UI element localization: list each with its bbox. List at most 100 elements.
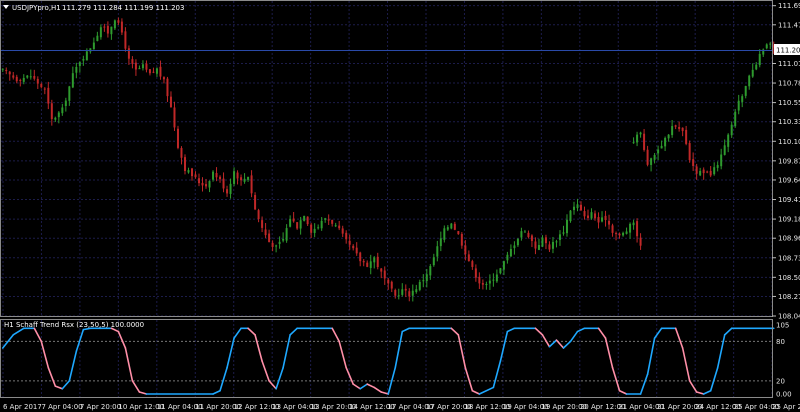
candle-body	[362, 261, 365, 263]
candle-body	[464, 245, 467, 255]
candle-body	[306, 216, 309, 225]
candle-body	[138, 68, 141, 70]
candle-body	[75, 66, 78, 73]
candle-body	[530, 235, 533, 241]
candle-body	[401, 289, 404, 295]
candle-body	[594, 213, 597, 219]
candle-body	[692, 159, 695, 167]
candle-body	[134, 62, 137, 70]
candle-body	[685, 129, 688, 144]
candle-body	[548, 244, 551, 250]
candle-body	[495, 274, 498, 282]
candle-body	[33, 75, 36, 79]
candle-body	[40, 83, 43, 88]
y-tick-label: 109.185	[778, 216, 800, 224]
y-tick-label: 108.045	[778, 313, 800, 321]
candle-body	[492, 279, 495, 281]
candle-body	[625, 231, 628, 234]
y-tick-label: 110.330	[778, 118, 800, 126]
current-price-label: 111.203	[774, 44, 800, 55]
candle-body	[78, 62, 81, 66]
candle-body	[737, 100, 740, 111]
candle-body	[460, 233, 463, 246]
candle-body	[639, 237, 642, 246]
y-tick-label: 108.960	[778, 235, 800, 243]
candle-body	[296, 222, 299, 229]
candle-body	[247, 176, 250, 180]
candle-body	[233, 171, 236, 184]
candle-body	[523, 231, 526, 233]
candle-body	[29, 76, 32, 78]
candle-body	[124, 31, 127, 49]
y-tick-label: 111.015	[778, 60, 800, 68]
candle-body	[352, 245, 355, 249]
candle-body	[36, 78, 39, 84]
candle-body	[71, 73, 74, 88]
candle-body	[727, 134, 730, 147]
candle-body	[369, 261, 372, 268]
symbol-header: USDJPYpro,H1 111.279 111.284 111.199 111…	[3, 4, 184, 12]
candle-body	[636, 221, 639, 237]
candle-body	[169, 96, 172, 108]
candle-body	[537, 245, 540, 250]
candle-body	[50, 103, 53, 120]
y-tick-label: 110.100	[778, 138, 800, 146]
candle-body	[646, 149, 649, 165]
candle-body	[166, 78, 169, 97]
candle-body	[5, 69, 8, 71]
candle-body	[601, 217, 604, 222]
candle-body	[576, 204, 579, 209]
candle-body	[443, 228, 446, 240]
candle-body	[611, 225, 614, 233]
candle-body	[650, 158, 653, 165]
candle-body	[709, 170, 712, 176]
candle-body	[457, 231, 460, 235]
candle-body	[236, 172, 239, 179]
candle-body	[632, 142, 635, 144]
candle-body	[695, 166, 698, 174]
candle-body	[64, 100, 67, 106]
y-tick-label: 109.870	[778, 157, 800, 165]
candle-body	[117, 20, 120, 23]
candle-body	[467, 254, 470, 262]
y-tick-label: 108.730	[778, 254, 800, 262]
candle-body	[173, 107, 176, 128]
candle-body	[261, 220, 264, 228]
candle-body	[453, 223, 456, 230]
candle-body	[688, 143, 691, 161]
candle-body	[264, 229, 267, 236]
candle-body	[292, 218, 295, 222]
candle-body	[359, 252, 362, 262]
candle-body	[615, 233, 618, 235]
ohlc-values: 111.279 111.284 111.199 111.203	[62, 4, 184, 12]
y-tick-label: 111.695	[778, 2, 800, 10]
candle-body	[597, 217, 600, 223]
candle-body	[110, 26, 113, 35]
y-tick-label: 110.555	[778, 99, 800, 107]
candle-body	[85, 51, 88, 61]
candle-body	[544, 237, 547, 244]
candle-body	[755, 64, 758, 70]
candle-body	[450, 223, 453, 229]
candle-body	[82, 59, 85, 61]
candle-body	[106, 25, 109, 34]
candle-body	[254, 195, 257, 210]
x-tick-label: 6 Apr 2017	[3, 403, 42, 411]
y-tick-label: 111.470	[778, 21, 800, 29]
candle-body	[488, 280, 491, 284]
candle-body	[127, 48, 130, 59]
candle-body	[19, 79, 22, 81]
x-tick-label: 7 Apr 04:00	[41, 403, 82, 411]
y-tick-label: 108.500	[778, 274, 800, 282]
candle-body	[751, 69, 754, 77]
candle-body	[583, 211, 586, 217]
candle-body	[639, 132, 642, 135]
candle-body	[54, 117, 57, 120]
candle-body	[338, 225, 341, 229]
candle-body	[580, 204, 583, 211]
candle-body	[380, 268, 383, 272]
candle-body	[226, 189, 229, 194]
candle-body	[604, 215, 607, 220]
candle-body	[513, 245, 516, 249]
candle-body	[275, 245, 278, 247]
